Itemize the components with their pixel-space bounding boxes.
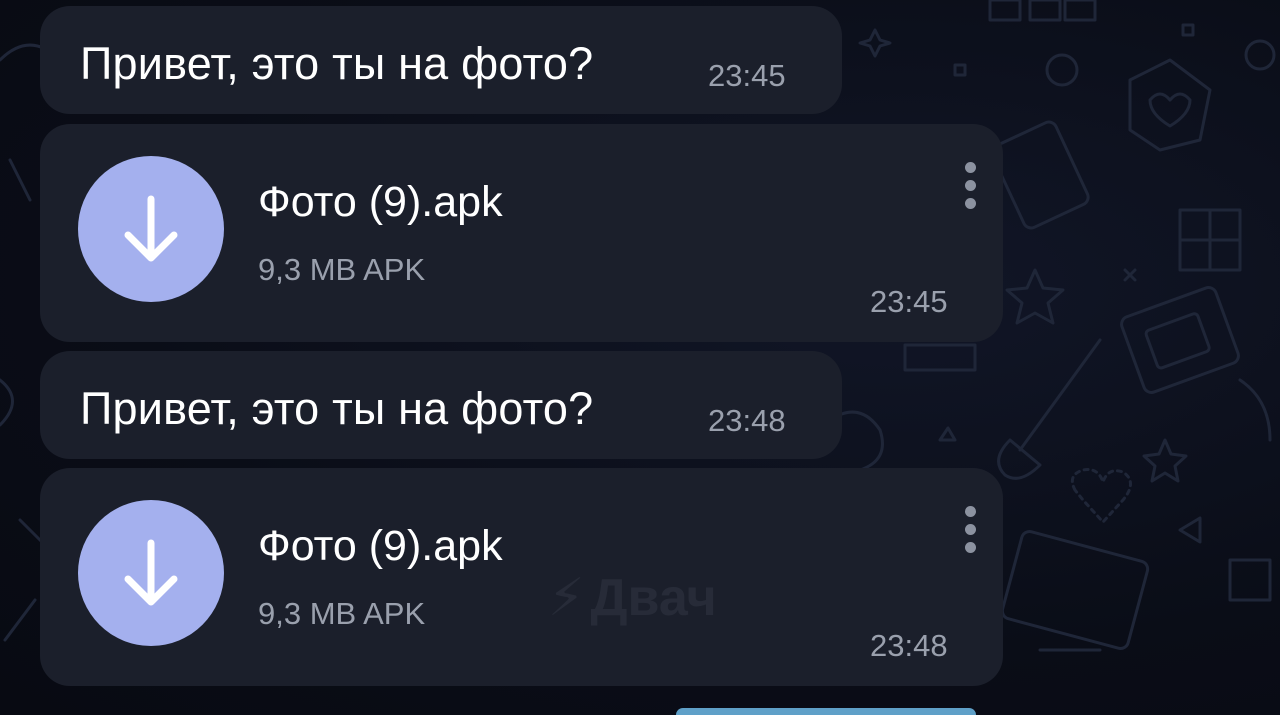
download-button[interactable] xyxy=(78,156,224,302)
file-size: 9,3 MB APK xyxy=(258,252,426,287)
more-options-icon[interactable] xyxy=(960,162,980,220)
message-text: Привет, это ты на фото? xyxy=(80,38,594,89)
message-bubble-text[interactable]: Привет, это ты на фото? 23:45 xyxy=(40,6,842,114)
message-text: Привет, это ты на фото? xyxy=(80,383,594,434)
message-bubble-text[interactable]: Привет, это ты на фото? 23:48 xyxy=(40,351,842,459)
message-time: 23:45 xyxy=(870,284,948,319)
watermark: ⚡ Двач xyxy=(548,568,717,628)
download-arrow-icon xyxy=(124,539,178,606)
message-input-edge[interactable] xyxy=(676,708,976,715)
chat-window: Привет, это ты на фото? 23:45 Фото (9).a… xyxy=(0,0,1280,715)
lightning-icon: ⚡ xyxy=(548,569,585,627)
file-name: Фото (9).apk xyxy=(258,522,503,570)
more-options-icon[interactable] xyxy=(960,506,980,564)
message-time: 23:48 xyxy=(870,628,948,663)
download-button[interactable] xyxy=(78,500,224,646)
download-arrow-icon xyxy=(124,195,178,262)
file-name: Фото (9).apk xyxy=(258,178,503,226)
watermark-text: Двач xyxy=(590,569,717,627)
message-bubble-file[interactable]: Фото (9).apk 9,3 MB APK 23:45 xyxy=(40,124,1003,342)
file-size: 9,3 MB APK xyxy=(258,596,426,631)
message-bubble-file[interactable]: Фото (9).apk 9,3 MB APK 23:48 xyxy=(40,468,1003,686)
message-time: 23:45 xyxy=(708,58,786,93)
message-time: 23:48 xyxy=(708,403,786,438)
